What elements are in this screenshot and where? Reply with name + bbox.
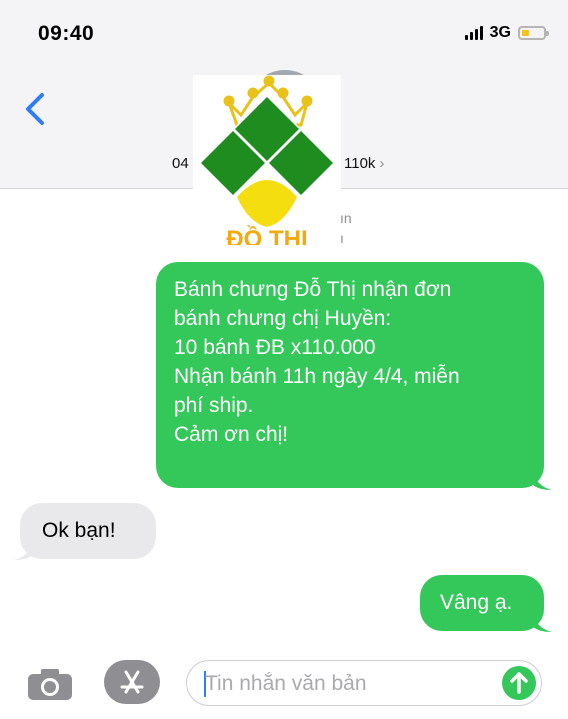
battery-icon: [518, 26, 549, 40]
contact-name-suffix-text: 110k: [344, 155, 376, 172]
arrow-up-icon: [510, 672, 528, 694]
bubble-tail-sent: [532, 470, 552, 490]
message-bubble-received[interactable]: Ok bạn!: [20, 503, 156, 559]
message-bubble-sent[interactable]: Bánh chưng Đỗ Thị nhận đơn bánh chưng ch…: [156, 262, 544, 488]
message-line: Bánh chưng Đỗ Thị nhận đơn: [174, 278, 452, 301]
message-line: Nhận bánh 11h ngày 4/4, miễn: [174, 365, 460, 388]
message-bubble-sent[interactable]: Vâng ạ.: [420, 575, 544, 631]
sub-info-line-1: ın: [340, 210, 352, 226]
message-line: 10 bánh ĐB x110.000: [174, 336, 376, 359]
status-indicators: 3G: [464, 24, 549, 42]
contact-sub-info: ın ı: [340, 208, 352, 248]
app-store-icon: [120, 670, 144, 694]
status-time: 09:40: [38, 22, 95, 45]
bubble-tail-received: [14, 540, 34, 560]
message-line: Cảm ơn chị!: [174, 423, 289, 446]
contact-name-suffix[interactable]: 110k ›: [344, 155, 384, 172]
bubble-tail-sent: [532, 612, 552, 632]
back-chevron-icon[interactable]: [22, 92, 52, 126]
network-type: 3G: [489, 24, 511, 41]
cellular-signal-icon: [464, 26, 483, 40]
message-line: phí ship.: [174, 394, 254, 417]
message-input[interactable]: [203, 669, 487, 699]
message-text: Ok bạn!: [42, 519, 116, 542]
contact-name-prefix[interactable]: 04: [172, 155, 189, 172]
message-line: bánh chưng chị Huyền:: [174, 307, 392, 330]
send-button[interactable]: [502, 666, 536, 700]
logo-text: ĐỒ THỊ: [226, 225, 307, 245]
sub-info-line-2: ı: [340, 230, 344, 246]
do-thi-logo-overlay: ĐỒ THỊ: [193, 75, 341, 245]
app-store-button[interactable]: [104, 660, 160, 704]
camera-icon[interactable]: [26, 668, 74, 702]
message-text: Vâng ạ.: [440, 591, 513, 614]
message-text-field[interactable]: [186, 660, 542, 706]
chevron-right-icon: ›: [379, 155, 385, 172]
